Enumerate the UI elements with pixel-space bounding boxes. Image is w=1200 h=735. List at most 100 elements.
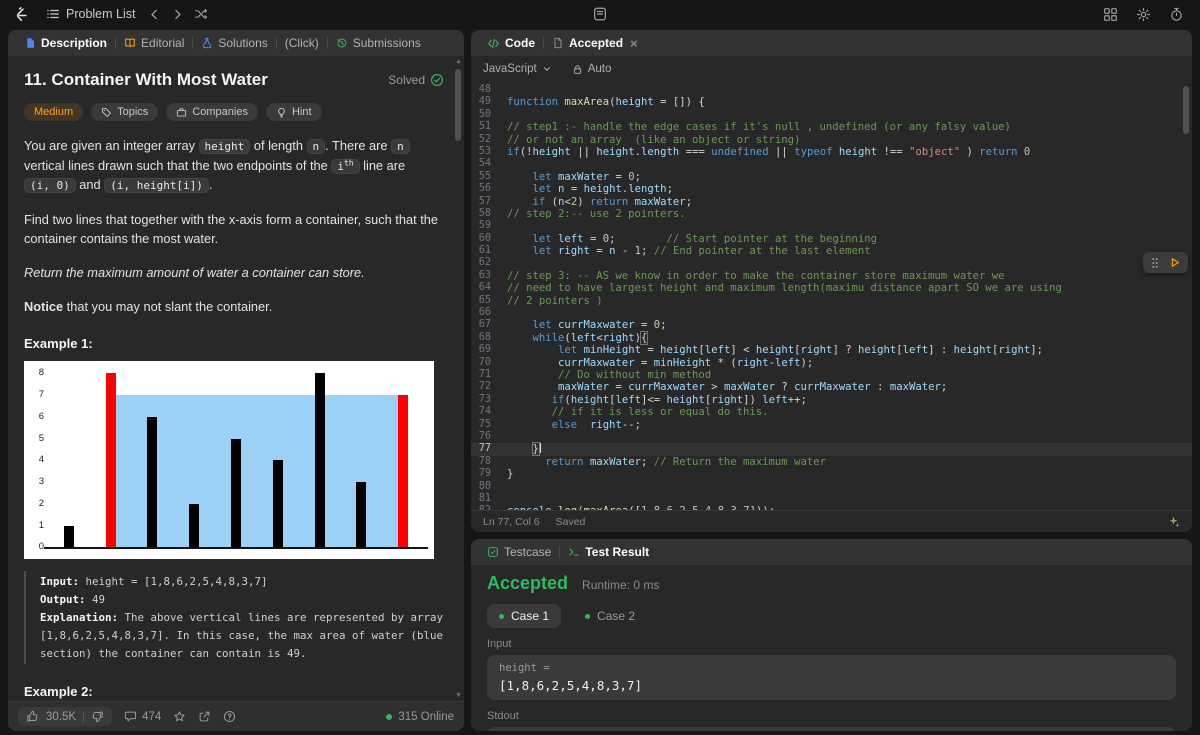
- tab-click[interactable]: (Click): [277, 36, 327, 50]
- problem-paragraph-3: Return the maximum amount of water a con…: [24, 264, 365, 280]
- briefcase-icon: [176, 107, 187, 118]
- settings-button[interactable]: [1134, 5, 1153, 24]
- code-line[interactable]: 81: [471, 493, 1192, 505]
- code-line[interactable]: 73 if(height[left]<= height[right]) left…: [471, 394, 1192, 406]
- thumbs-down-icon[interactable]: [91, 710, 104, 723]
- line-number: 80: [478, 480, 491, 492]
- line-number: 58: [478, 207, 491, 219]
- y-tick-label: 2: [38, 497, 44, 509]
- code-line[interactable]: 55 let maxWater = 0;: [471, 171, 1192, 183]
- autocomplete-toggle[interactable]: Auto: [572, 63, 611, 75]
- code-line[interactable]: 50: [471, 109, 1192, 121]
- tab-solutions[interactable]: Solutions: [193, 36, 275, 50]
- next-problem-button[interactable]: [169, 6, 186, 23]
- line-number: 72: [478, 381, 491, 393]
- thumbs-up-icon[interactable]: [26, 710, 39, 723]
- code-line[interactable]: 63// step 3: -- AS we know in order to m…: [471, 270, 1192, 282]
- shuffle-button[interactable]: [192, 5, 210, 23]
- layout-button[interactable]: [1101, 5, 1120, 24]
- topics-chip[interactable]: Topics: [91, 103, 159, 121]
- code-line[interactable]: 52// or not an array (like an object or …: [471, 134, 1192, 146]
- language-selector[interactable]: JavaScript: [483, 63, 552, 75]
- description-scrollbar[interactable]: ▲ ▼: [454, 58, 463, 699]
- timer-button[interactable]: [1167, 5, 1186, 24]
- favorite-button[interactable]: [173, 710, 186, 723]
- line-number: 60: [478, 232, 491, 244]
- y-tick-label: 0: [38, 541, 44, 553]
- result-runtime: Runtime: 0 ms: [582, 578, 660, 592]
- code-line[interactable]: 67 let currMaxwater = 0;: [471, 319, 1192, 331]
- tab-testcase[interactable]: Testcase: [479, 545, 559, 559]
- code-line[interactable]: 65// 2 pointers ): [471, 295, 1192, 307]
- run-button[interactable]: [1168, 256, 1181, 269]
- case-1-tab[interactable]: Case 1: [487, 604, 562, 628]
- solved-label: Solved: [388, 73, 425, 87]
- code-line[interactable]: 51// step1 :- handle the edge cases if i…: [471, 121, 1192, 133]
- tab-accepted[interactable]: Accepted ×: [544, 36, 646, 50]
- tab-description[interactable]: Description: [16, 36, 115, 50]
- code-line[interactable]: 57 if (n<2) return maxWater;: [471, 196, 1192, 208]
- code-line[interactable]: 74 // if it is less or equal do this.: [471, 406, 1192, 418]
- code-line[interactable]: 64// need to have largest height and max…: [471, 282, 1192, 294]
- code-line[interactable]: 59: [471, 220, 1192, 232]
- scroll-up-arrow[interactable]: ▲: [454, 58, 463, 65]
- tab-code[interactable]: Code: [479, 36, 543, 50]
- line-number: 76: [478, 430, 491, 442]
- line-number: 75: [478, 418, 491, 430]
- code-line[interactable]: 70 currMaxwater = minHeight * (right-lef…: [471, 357, 1192, 369]
- code-line[interactable]: 61 let right = n - 1; // End pointer at …: [471, 245, 1192, 257]
- chart-bar: [189, 503, 200, 548]
- code-line[interactable]: 48: [471, 84, 1192, 96]
- code-line[interactable]: 58// step 2:-- use 2 pointers.: [471, 208, 1192, 220]
- scroll-down-arrow[interactable]: ▼: [454, 692, 463, 699]
- code-line[interactable]: 68 while(left<right){: [471, 330, 1192, 345]
- code-line[interactable]: 79}: [471, 468, 1192, 480]
- code-line[interactable]: 56 let n = height.length;: [471, 183, 1192, 195]
- editor-scrollbar[interactable]: [1182, 84, 1191, 508]
- input-box[interactable]: height = [1,8,6,2,5,4,8,3,7]: [487, 655, 1176, 700]
- feedback-button[interactable]: [223, 710, 236, 723]
- tab-test-result[interactable]: Test Result: [560, 545, 657, 559]
- prev-problem-button[interactable]: [146, 6, 163, 23]
- code-line[interactable]: 82console.log(maxArea([1,8,6,2,5,4,8,3,7…: [471, 505, 1192, 510]
- code-line[interactable]: 75 else right--;: [471, 419, 1192, 431]
- sparkle-icon[interactable]: [1167, 515, 1180, 528]
- companies-chip[interactable]: Companies: [166, 103, 258, 121]
- difficulty-badge[interactable]: Medium: [24, 103, 84, 121]
- line-number: 77: [478, 443, 491, 455]
- scrollbar-thumb[interactable]: [1183, 86, 1189, 134]
- code-line[interactable]: 71 // Do without min method: [471, 369, 1192, 381]
- comments-control[interactable]: 474: [124, 710, 161, 723]
- line-number: 54: [478, 158, 491, 170]
- tab-editorial[interactable]: Editorial: [116, 36, 192, 50]
- code-line[interactable]: 62: [471, 257, 1192, 269]
- code-line[interactable]: 53 if(!height || height.length === undefi…: [471, 146, 1192, 158]
- code-line[interactable]: 78 return maxWater; // Return the maximu…: [471, 456, 1192, 468]
- line-number: 63: [478, 269, 491, 281]
- close-tab-icon[interactable]: ×: [630, 37, 638, 50]
- stdout-box[interactable]: [487, 727, 1176, 731]
- share-button[interactable]: [198, 710, 211, 723]
- code-line[interactable]: 72 maxWater = currMaxwater > maxWater ? …: [471, 381, 1192, 393]
- y-tick-label: 3: [38, 476, 44, 487]
- scrollbar-thumb[interactable]: [455, 69, 461, 141]
- code-line[interactable]: 66: [471, 307, 1192, 319]
- y-tick-label: 8: [38, 367, 44, 379]
- code-editor[interactable]: 48 49 function maxArea(height = []) {50 51/…: [471, 82, 1192, 510]
- case-2-tab[interactable]: Case 2: [573, 604, 647, 628]
- problem-list-button[interactable]: Problem List: [41, 4, 140, 24]
- code-line[interactable]: 76: [471, 431, 1192, 443]
- code-line[interactable]: 60 let left = 0; // Start pointer at the…: [471, 233, 1192, 245]
- tab-submissions[interactable]: Submissions: [328, 36, 429, 50]
- notebook-button[interactable]: [590, 4, 610, 24]
- code-line[interactable]: 69 let minHeight = height[left] < height…: [471, 344, 1192, 356]
- hint-chip[interactable]: Hint: [265, 103, 322, 121]
- code-line[interactable]: 54: [471, 158, 1192, 170]
- drag-handle-icon[interactable]: [1150, 257, 1160, 269]
- code-line[interactable]: 80: [471, 481, 1192, 493]
- code-line[interactable]: 49 function maxArea(height = []) {: [471, 96, 1192, 108]
- code-line[interactable]: 77 }: [471, 442, 1192, 457]
- like-dislike-control[interactable]: 30.5K: [18, 707, 113, 726]
- chart-bar: [398, 395, 409, 548]
- leetcode-logo[interactable]: [10, 4, 31, 25]
